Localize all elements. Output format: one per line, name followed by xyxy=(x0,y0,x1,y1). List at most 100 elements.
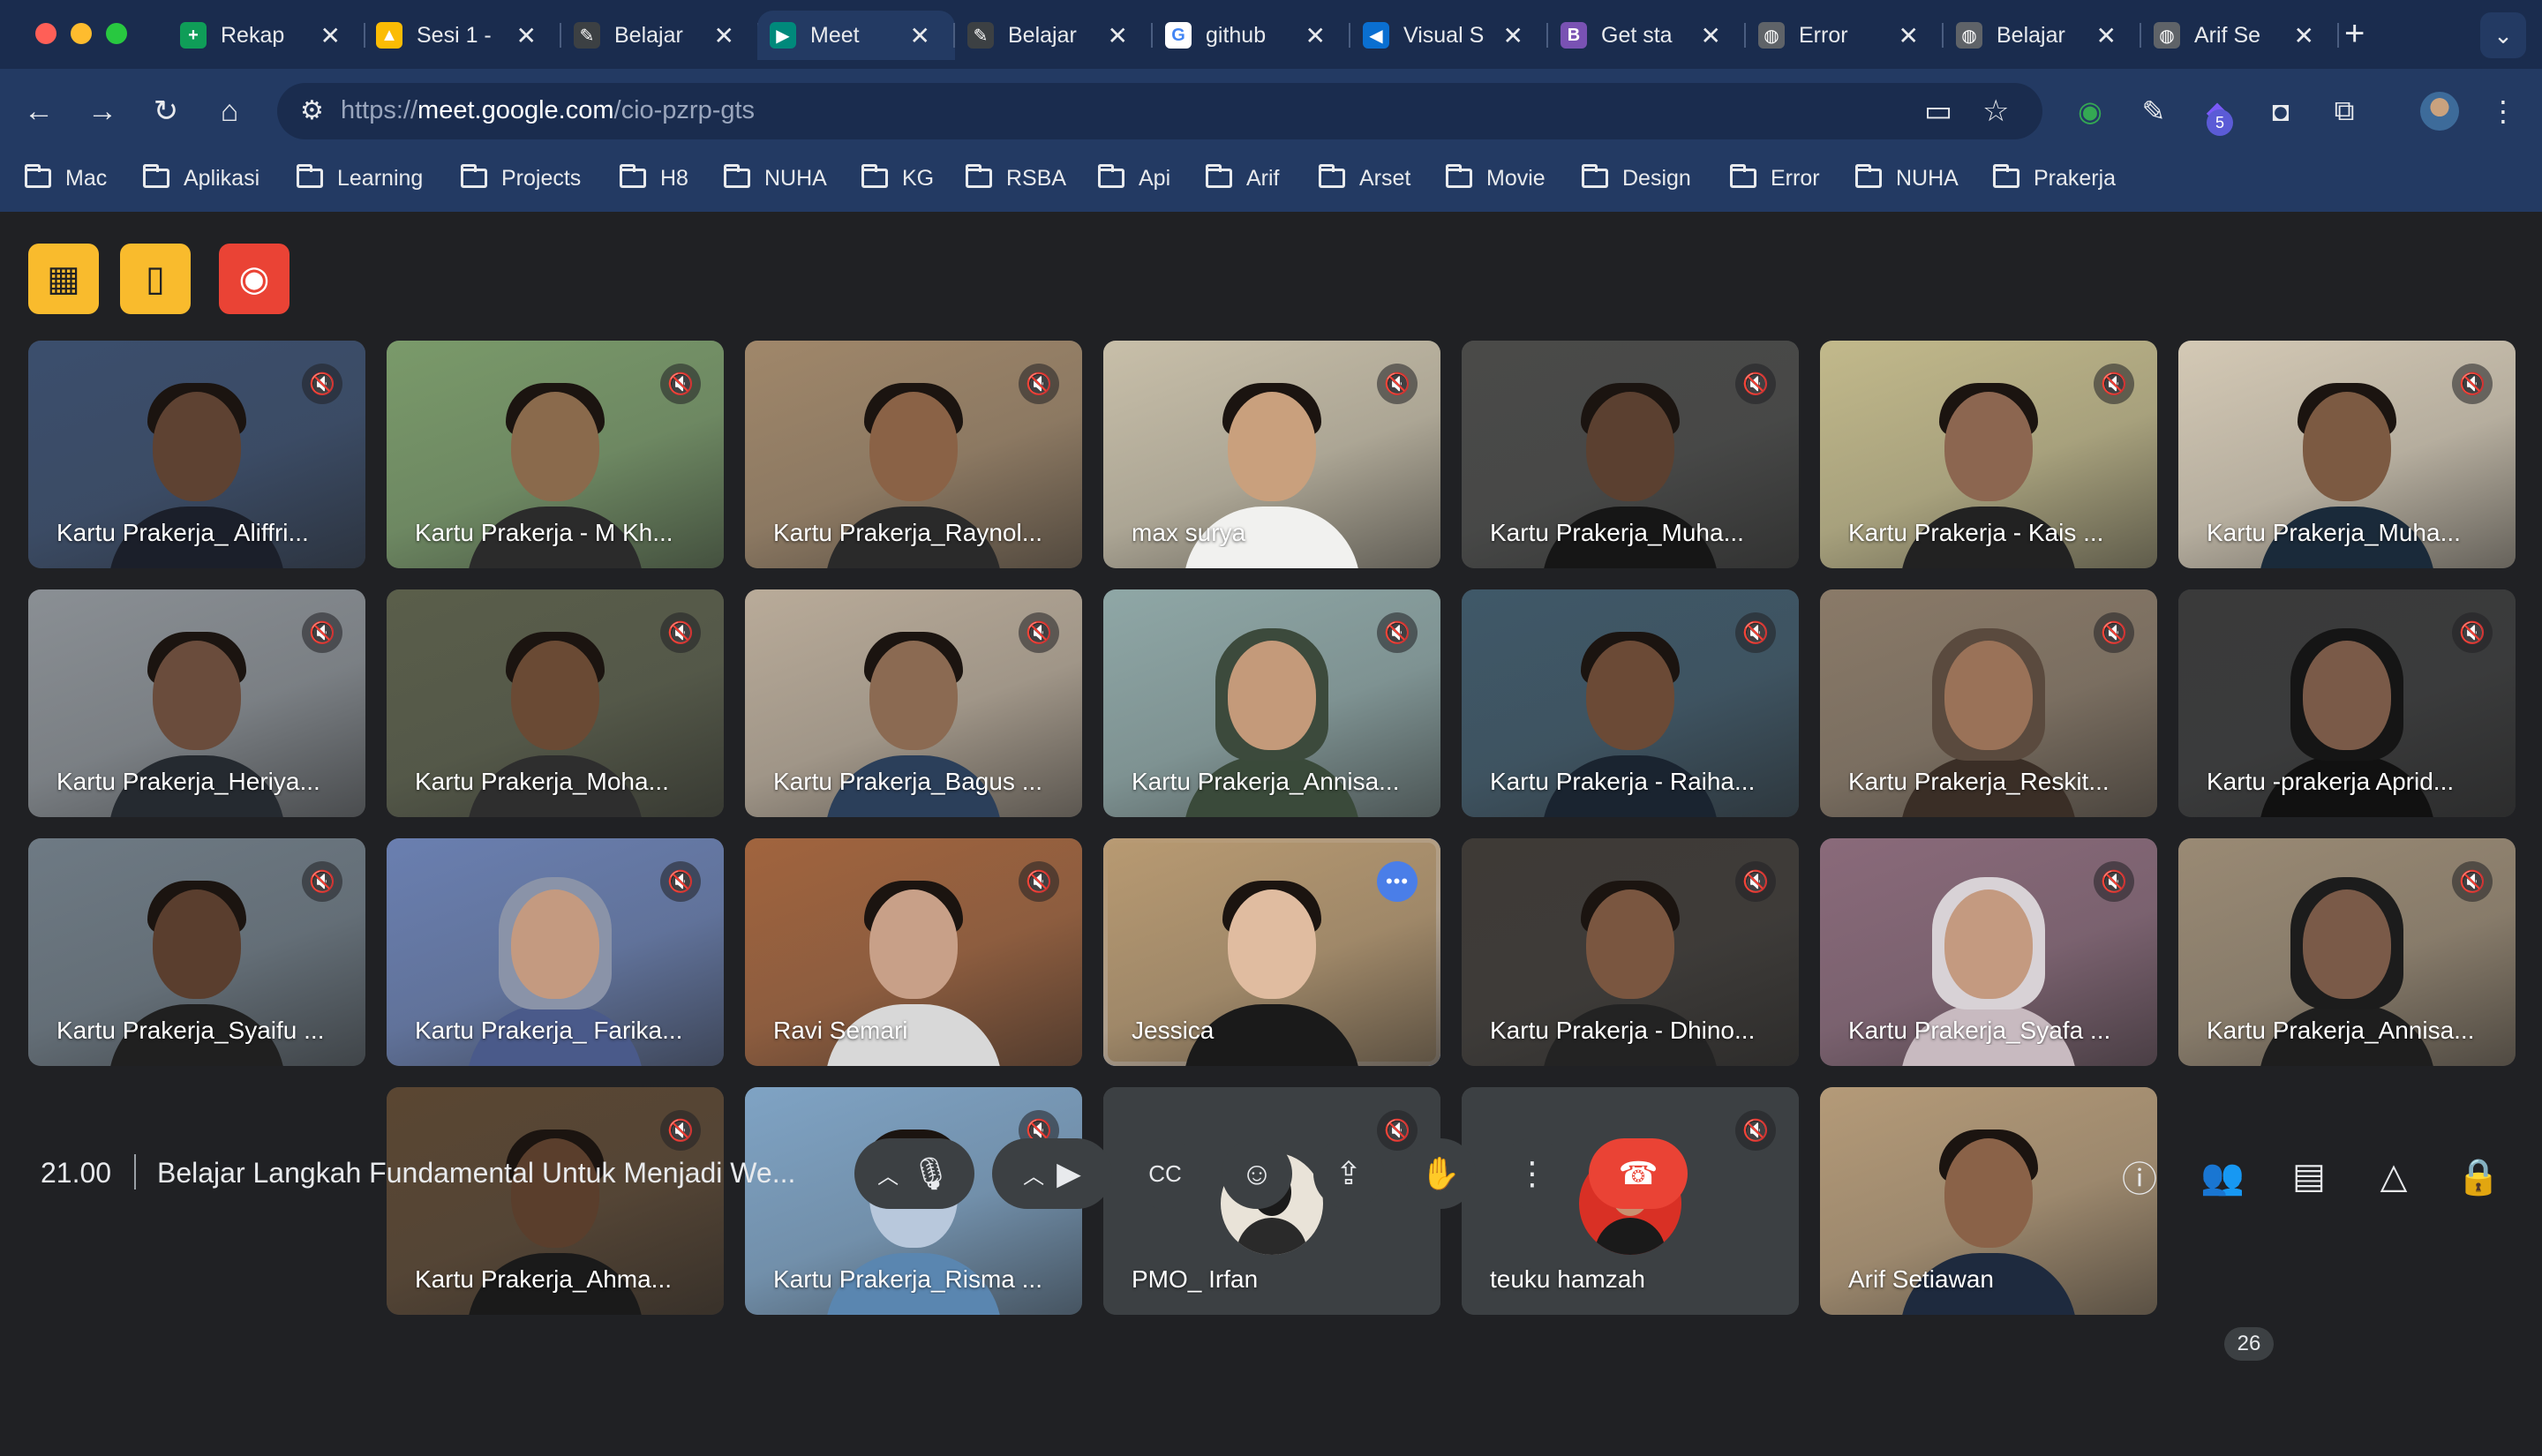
screenshot-extension-icon[interactable]: ◘ xyxy=(2261,92,2300,131)
close-tab-icon[interactable]: ✕ xyxy=(1503,21,1523,50)
bookmark-star-icon[interactable]: ☆ xyxy=(1982,94,2009,129)
bookmark-folder[interactable]: Api xyxy=(1098,162,1170,194)
close-window-button[interactable] xyxy=(35,23,56,44)
participant-tile[interactable]: 🔇 Kartu Prakerja_Bagus ... xyxy=(745,589,1082,817)
participant-tile[interactable]: 🔇 Kartu Prakerja_Muha... xyxy=(1462,341,1799,568)
close-tab-icon[interactable]: ✕ xyxy=(2096,21,2117,50)
close-tab-icon[interactable]: ✕ xyxy=(1701,21,1721,50)
browser-tab[interactable]: ✎ Belajar ✕ xyxy=(955,11,1153,60)
participant-tile[interactable]: 🔇 max surya xyxy=(1103,341,1440,568)
browser-tab[interactable]: ▶ Meet ✕ xyxy=(757,11,955,60)
participant-tile[interactable]: ••• Jessica xyxy=(1103,838,1440,1066)
bookmark-folder[interactable]: KG xyxy=(861,162,934,194)
participant-tile[interactable]: 🔇 Kartu Prakerja_Syaifu ... xyxy=(28,838,365,1066)
participant-tile[interactable]: 🔇 Kartu Prakerja_ Farika... xyxy=(387,838,724,1066)
close-tab-icon[interactable]: ✕ xyxy=(1305,21,1326,50)
close-tab-icon[interactable]: ✕ xyxy=(1899,21,1919,50)
people-button[interactable]: 👥 xyxy=(2198,1152,2247,1201)
eyedropper-extension-icon[interactable]: ✎ xyxy=(2134,92,2173,131)
maximize-window-button[interactable] xyxy=(106,23,127,44)
chevron-up-icon[interactable]: ︿ xyxy=(1023,1159,1044,1190)
present-screen-button[interactable]: ⇪ xyxy=(1313,1138,1384,1209)
close-tab-icon[interactable]: ✕ xyxy=(714,21,734,50)
participant-tile[interactable]: 🔇 Kartu Prakerja_ Aliffri... xyxy=(28,341,365,568)
participant-tile[interactable]: 🔇 Kartu Prakerja - Dhino... xyxy=(1462,838,1799,1066)
chevron-up-icon[interactable]: ︿ xyxy=(877,1159,899,1190)
bookmark-folder[interactable]: Projects xyxy=(461,162,581,194)
captions-button[interactable]: CC xyxy=(1130,1138,1200,1209)
camera-in-use-icon[interactable]: ▭ xyxy=(1924,94,1952,129)
bookmark-folder[interactable]: Prakerja xyxy=(1993,162,2116,194)
participant-tile[interactable]: 🔇 Kartu -prakerja Aprid... xyxy=(2178,589,2516,817)
extensions-icon[interactable]: ⧉ xyxy=(2325,92,2364,131)
browser-tab[interactable]: + Rekap ✕ xyxy=(168,11,365,60)
browser-tab[interactable]: ◍ Arif Se ✕ xyxy=(2141,11,2339,60)
browser-tab[interactable]: ◀ Visual S ✕ xyxy=(1350,11,1548,60)
bookmark-folder[interactable]: Error xyxy=(1730,162,1820,194)
bookmark-folder[interactable]: NUHA xyxy=(724,162,827,194)
bookmark-folder[interactable]: Mac xyxy=(25,162,107,194)
participant-tile[interactable]: 🔇 Kartu Prakerja_Muha... xyxy=(2178,341,2516,568)
participant-tile[interactable]: 🔇 Kartu Prakerja - Kais ... xyxy=(1820,341,2157,568)
close-tab-icon[interactable]: ✕ xyxy=(516,21,537,50)
bookmark-folder[interactable]: RSBA xyxy=(966,162,1066,194)
participant-tile[interactable]: 🔇 Kartu Prakerja_Ahma... xyxy=(387,1087,724,1315)
browser-tab[interactable]: ◍ Error ✕ xyxy=(1746,11,1944,60)
new-tab-button[interactable]: + xyxy=(2344,14,2365,54)
participant-tile[interactable]: 🔇 Ravi Semari xyxy=(745,838,1082,1066)
browser-tab[interactable]: B Get sta ✕ xyxy=(1548,11,1746,60)
participant-tile[interactable]: 🔇 Kartu Prakerja_Moha... xyxy=(387,589,724,817)
participant-tile[interactable]: 🔇 Kartu Prakerja_Syafa ... xyxy=(1820,838,2157,1066)
eye-extension-icon[interactable]: ◉ xyxy=(2071,92,2110,131)
url-text[interactable]: https://meet.google.com/cio-pzrp-gts xyxy=(341,96,755,125)
more-options-button[interactable]: ⋮ xyxy=(1497,1138,1568,1209)
close-tab-icon[interactable]: ✕ xyxy=(320,21,341,50)
browser-tab[interactable]: Ggithub ✕ xyxy=(1153,11,1350,60)
bookmark-folder[interactable]: Learning xyxy=(297,162,423,194)
browser-tab[interactable]: ◍ Belajar ✕ xyxy=(1944,11,2141,60)
browser-tab[interactable]: ✎ Belajar ✕ xyxy=(561,11,759,60)
bookmark-folder[interactable]: Movie xyxy=(1446,162,1546,194)
browser-menu-icon[interactable]: ⋮ xyxy=(2484,92,2523,131)
bookmark-folder[interactable]: Aplikasi xyxy=(143,162,259,194)
reload-button[interactable]: ↻ xyxy=(147,92,185,131)
bookmark-folder[interactable]: NUHA xyxy=(1855,162,1959,194)
emoji-reaction-button[interactable]: ☺ xyxy=(1222,1138,1292,1209)
close-tab-icon[interactable]: ✕ xyxy=(910,21,930,50)
participant-tile[interactable]: 🔇 Kartu Prakerja - Raiha... xyxy=(1462,589,1799,817)
microphone-button[interactable]: ︿ 🎙 xyxy=(854,1138,974,1209)
forward-button[interactable]: → xyxy=(83,92,122,131)
camera-button[interactable]: ︿ ▶ xyxy=(992,1138,1112,1209)
raise-hand-button[interactable]: ✋ xyxy=(1405,1138,1476,1209)
minimize-window-button[interactable] xyxy=(71,23,92,44)
close-tab-icon[interactable]: ✕ xyxy=(2294,21,2314,50)
more-options-icon[interactable]: ••• xyxy=(1377,861,1418,902)
bookmark-folder[interactable]: Design xyxy=(1582,162,1691,194)
profile-avatar[interactable] xyxy=(2420,92,2459,131)
participant-tile[interactable]: Arif Setiawan xyxy=(1820,1087,2157,1315)
record-icon[interactable]: ◉ xyxy=(219,244,290,314)
participant-tile[interactable]: 🔇 Kartu Prakerja_Annisa... xyxy=(1103,589,1440,817)
close-tab-icon[interactable]: ✕ xyxy=(1108,21,1128,50)
activities-button[interactable]: △ xyxy=(2369,1152,2418,1201)
back-button[interactable]: ← xyxy=(19,92,58,131)
participant-tile[interactable]: 🔇 Kartu Prakerja_Raynol... xyxy=(745,341,1082,568)
address-bar[interactable]: ⚙ https://meet.google.com/cio-pzrp-gts ▭… xyxy=(277,83,2042,139)
participant-tile[interactable]: 🔇 Kartu Prakerja_Reskit... xyxy=(1820,589,2157,817)
participant-tile[interactable]: 🔇 Kartu Prakerja - M Kh... xyxy=(387,341,724,568)
building-icon[interactable]: ▯ xyxy=(120,244,191,314)
participant-tile[interactable]: 🔇 Kartu Prakerja_Heriya... xyxy=(28,589,365,817)
tab-search-button[interactable]: ⌄ xyxy=(2480,12,2526,58)
site-info-icon[interactable]: ⚙ xyxy=(300,95,324,126)
layout-icon[interactable]: ▦ xyxy=(28,244,99,314)
leave-call-button[interactable]: ☎ xyxy=(1589,1138,1688,1209)
browser-tab[interactable]: ▲ Sesi 1 - ✕ xyxy=(364,11,561,60)
bookmark-folder[interactable]: Arset xyxy=(1319,162,1410,194)
host-controls-button[interactable]: 🔒 xyxy=(2454,1152,2503,1201)
participant-tile[interactable]: 🔇 Kartu Prakerja_Annisa... xyxy=(2178,838,2516,1066)
home-button[interactable]: ⌂ xyxy=(210,92,249,131)
bookmark-folder[interactable]: Arif xyxy=(1206,162,1280,194)
bookmark-folder[interactable]: H8 xyxy=(620,162,688,194)
chat-button[interactable]: ▤ xyxy=(2284,1152,2334,1201)
meeting-details-button[interactable]: ⓘ xyxy=(2115,1152,2164,1201)
